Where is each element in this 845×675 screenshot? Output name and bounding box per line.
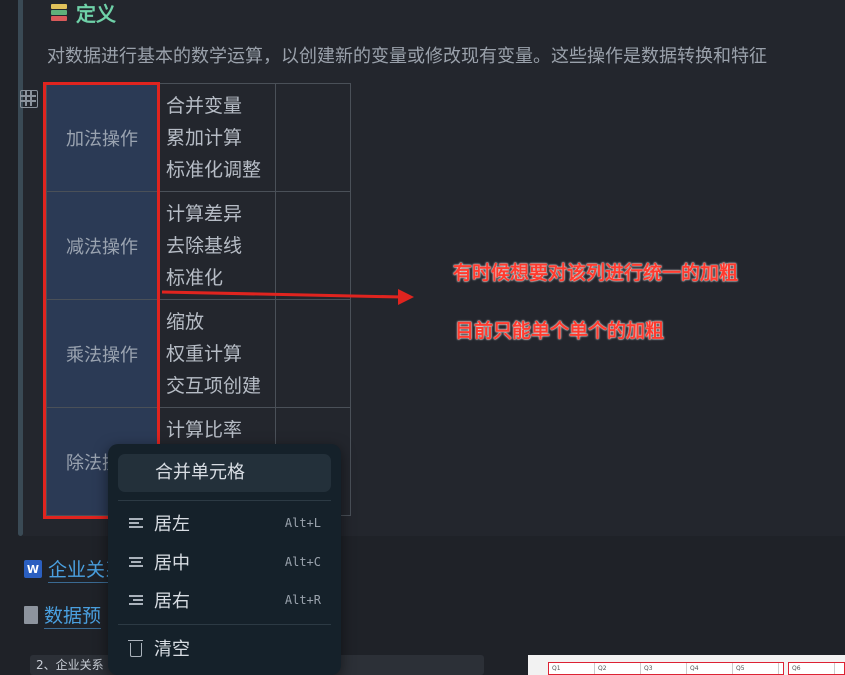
align-right-icon xyxy=(129,594,143,606)
thumbnail-cell: Q6 xyxy=(789,663,835,674)
menu-divider xyxy=(118,500,331,501)
thumbnail-strip: Q1 Q2 Q3 Q4 Q5 xyxy=(548,662,784,675)
merge-cells-item[interactable]: 合并单元格 xyxy=(118,454,331,492)
align-right-item[interactable]: 居右 Alt+R xyxy=(118,582,331,618)
trash-icon xyxy=(128,639,143,657)
thumbnail-cell: Q1 xyxy=(549,663,595,674)
thumbnail-cell: Q4 xyxy=(687,663,733,674)
align-left-shortcut: Alt+L xyxy=(284,516,321,530)
annotation-note-1: 有时候想要对该列进行统一的加粗 xyxy=(453,262,739,284)
align-left-item[interactable]: 居左 Alt+L xyxy=(118,505,331,541)
clear-item[interactable]: 清空 xyxy=(118,630,331,666)
word-doc-icon: W xyxy=(24,560,42,578)
menu-divider xyxy=(118,624,331,625)
doc-link-2-text[interactable]: 数据预 xyxy=(44,601,102,629)
image-thumbnail[interactable]: Q1 Q2 Q3 Q4 Q5 Q6 xyxy=(528,655,845,675)
thumbnail-cell: Q2 xyxy=(595,663,641,674)
align-center-item[interactable]: 居中 Alt+C xyxy=(118,544,331,580)
align-right-label: 居右 xyxy=(154,591,190,612)
thumbnail-cell: Q3 xyxy=(641,663,687,674)
document-icon xyxy=(24,606,38,624)
clear-label: 清空 xyxy=(154,639,190,660)
align-left-label: 居左 xyxy=(154,514,190,535)
annotation-note-2: 目前只能单个单个的加粗 xyxy=(455,320,665,342)
align-right-shortcut: Alt+R xyxy=(284,593,321,607)
doc-link-2[interactable]: 数据预 xyxy=(24,601,102,629)
context-menu: 合并单元格 居左 Alt+L 居中 Alt+C 居右 Alt+R 清空 xyxy=(108,444,341,675)
align-center-label: 居中 xyxy=(154,553,190,574)
thumbnail-strip: Q6 xyxy=(788,662,845,675)
align-center-shortcut: Alt+C xyxy=(284,555,321,569)
thumbnail-cell: Q5 xyxy=(733,663,779,674)
align-left-icon xyxy=(129,517,143,529)
align-center-icon xyxy=(129,556,143,568)
